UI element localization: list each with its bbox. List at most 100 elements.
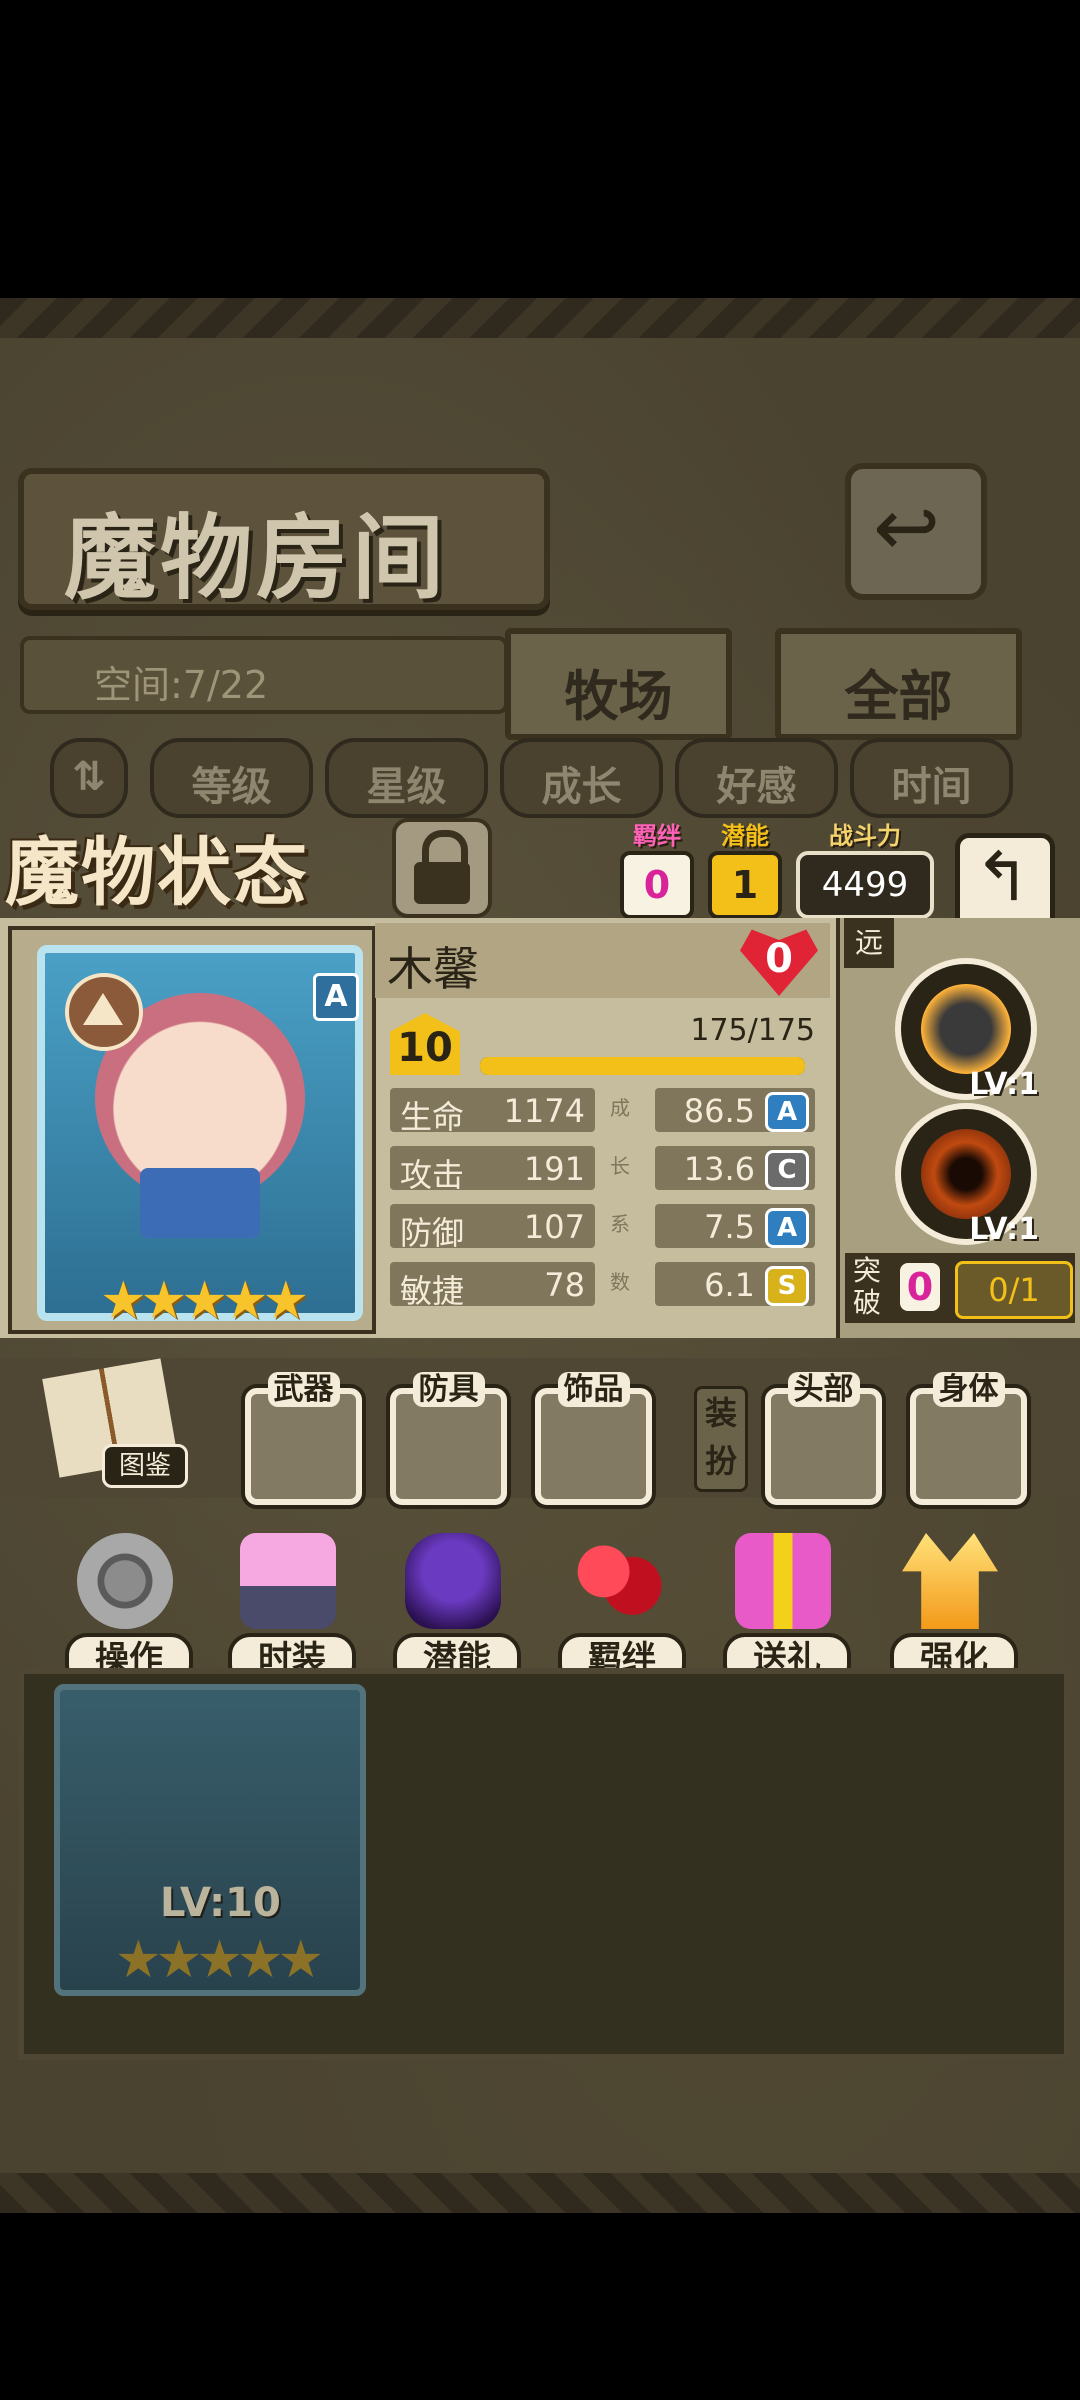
stat-value: 191 bbox=[523, 1150, 585, 1188]
fashion-button[interactable]: 时装 bbox=[228, 1533, 356, 1687]
power-value: 4499 bbox=[796, 851, 934, 919]
gift-box-icon bbox=[735, 1533, 831, 1629]
return-arrow-icon: ↩ bbox=[873, 481, 941, 574]
list-item-level: LV:10 bbox=[160, 1880, 281, 1926]
monster-list: LV:10 ★★★★★ bbox=[18, 1668, 1070, 2060]
breakthrough-value: 0 bbox=[900, 1263, 940, 1311]
rank-badge: A bbox=[313, 973, 359, 1021]
bottom-border bbox=[0, 2173, 1080, 2213]
growth-char: 长 bbox=[610, 1154, 630, 1178]
potential-button[interactable]: 潜能 bbox=[393, 1533, 521, 1687]
body-slot[interactable]: 身体 bbox=[910, 1372, 1027, 1505]
growth-value: 86.5 bbox=[683, 1092, 755, 1130]
sort-growth-button[interactable]: 成长 bbox=[500, 738, 663, 818]
exp-text: 175/175 bbox=[690, 1013, 815, 1048]
shadow-demon-icon bbox=[405, 1533, 501, 1629]
tab-ranch-label: 牧场 bbox=[564, 665, 673, 728]
sort-row: ⇅ 等级 星级 成长 好感 时间 bbox=[50, 738, 1050, 818]
stat-box: 防御 107 bbox=[390, 1204, 595, 1252]
action-menu: 操作 时装 潜能 羁绊 送礼 强化 bbox=[0, 1533, 1080, 1687]
space-text: 空间:7/22 bbox=[94, 663, 269, 707]
sort-order-icon: ⇅ bbox=[72, 754, 106, 800]
earth-element-icon bbox=[65, 973, 143, 1051]
operate-button[interactable]: 操作 bbox=[65, 1533, 193, 1687]
power-indicator: 战斗力 4499 bbox=[796, 816, 934, 919]
range-tag: 远 bbox=[844, 918, 894, 968]
breakthrough-progress[interactable]: 0/1 bbox=[955, 1261, 1073, 1319]
accessory-slot[interactable]: 饰品 bbox=[535, 1372, 652, 1505]
space-indicator: 空间:7/22 bbox=[20, 636, 508, 714]
enhance-button[interactable]: 强化 bbox=[890, 1533, 1018, 1687]
bond-button[interactable]: 羁绊 bbox=[558, 1533, 686, 1687]
potential-value: 1 bbox=[708, 851, 782, 919]
stat-value: 78 bbox=[544, 1266, 585, 1304]
sort-order-toggle[interactable]: ⇅ bbox=[50, 738, 128, 818]
portrait-frame: A ★★★★★ bbox=[37, 945, 363, 1331]
level-badge: 10 bbox=[390, 1013, 460, 1075]
lock-button[interactable] bbox=[392, 818, 492, 918]
stat-label: 攻击 bbox=[400, 1156, 465, 1194]
potential-indicator: 潜能 1 bbox=[708, 816, 782, 919]
growth-box: 7.5 A bbox=[655, 1204, 815, 1248]
stat-row-hp: 生命 1174 成 86.5 A bbox=[390, 1088, 820, 1136]
exp-fill bbox=[480, 1057, 805, 1075]
power-label: 战斗力 bbox=[829, 822, 901, 850]
weapon-slot[interactable]: 武器 bbox=[245, 1372, 362, 1505]
level-row: 10 175/175 bbox=[390, 1013, 820, 1083]
monster-portrait[interactable]: A ★★★★★ bbox=[8, 926, 376, 1334]
growth-grade: A bbox=[765, 1208, 809, 1248]
sort-time-button[interactable]: 时间 bbox=[850, 738, 1013, 818]
top-border bbox=[0, 298, 1080, 338]
head-slot[interactable]: 头部 bbox=[765, 1372, 882, 1505]
body-slot-label: 身体 bbox=[916, 1364, 1021, 1408]
stat-box: 攻击 191 bbox=[390, 1146, 595, 1194]
dark-blob-skill-icon bbox=[921, 984, 1011, 1074]
breakthrough-row: 突破 0 0/1 bbox=[845, 1253, 1075, 1323]
growth-value: 13.6 bbox=[683, 1150, 755, 1188]
list-item[interactable]: LV:10 ★★★★★ bbox=[54, 1684, 366, 1996]
skill-2[interactable]: LV:1 bbox=[895, 1103, 1039, 1247]
breakthrough-label: 突破 bbox=[853, 1254, 882, 1319]
stat-value: 1174 bbox=[503, 1092, 585, 1130]
sort-affection-button[interactable]: 好感 bbox=[675, 738, 838, 818]
tab-ranch[interactable]: 牧场 bbox=[505, 628, 732, 740]
growth-value: 7.5 bbox=[704, 1208, 755, 1246]
weapon-slot-label: 武器 bbox=[251, 1364, 356, 1408]
growth-char: 数 bbox=[610, 1270, 630, 1294]
affection-heart: 0 bbox=[740, 926, 818, 996]
dress-up-label: 装扮 bbox=[694, 1386, 748, 1492]
stat-label: 防御 bbox=[400, 1214, 465, 1252]
accessory-slot-label: 饰品 bbox=[541, 1364, 646, 1408]
armor-slot[interactable]: 防具 bbox=[390, 1372, 507, 1505]
sort-star-label: 星级 bbox=[366, 764, 447, 810]
stat-value: 107 bbox=[523, 1208, 585, 1246]
room-back-button[interactable]: ↩ bbox=[845, 463, 987, 600]
armor-slot-label: 防具 bbox=[396, 1364, 501, 1408]
star-rating: ★★★★★ bbox=[100, 1271, 309, 1331]
game-screen: 魔物房间 ↩ 空间:7/22 牧场 全部 ⇅ 等级 星级 成长 好感 时间 魔物… bbox=[0, 298, 1080, 2213]
stat-box: 生命 1174 bbox=[390, 1088, 595, 1136]
stat-row-defense: 防御 107 系 7.5 A bbox=[390, 1204, 820, 1252]
dex-label: 图鉴 bbox=[102, 1444, 188, 1488]
stat-box: 敏捷 78 bbox=[390, 1262, 595, 1310]
room-title: 魔物房间 bbox=[64, 505, 449, 612]
equipment-row: 图鉴 武器 防具 饰品 装扮 头部 身体 bbox=[0, 1358, 1080, 1505]
bond-indicator: 羁绊 0 bbox=[620, 816, 694, 919]
book-icon bbox=[140, 1168, 260, 1238]
red-hearts-icon bbox=[570, 1533, 666, 1629]
bond-value: 0 bbox=[620, 851, 694, 919]
stat-row-agility: 敏捷 78 数 6.1 S bbox=[390, 1262, 820, 1310]
dex-button[interactable]: 图鉴 bbox=[40, 1358, 190, 1488]
sort-level-button[interactable]: 等级 bbox=[150, 738, 313, 818]
outfit-icon bbox=[240, 1533, 336, 1629]
growth-grade: A bbox=[765, 1092, 809, 1132]
exp-bar bbox=[480, 1057, 805, 1075]
tab-all[interactable]: 全部 bbox=[775, 628, 1022, 740]
affection-value: 0 bbox=[765, 936, 793, 982]
gift-button[interactable]: 送礼 bbox=[723, 1533, 851, 1687]
potential-label: 潜能 bbox=[721, 822, 769, 850]
skill-1[interactable]: LV:1 bbox=[895, 958, 1039, 1102]
bond-label: 羁绊 bbox=[633, 822, 681, 850]
sort-star-button[interactable]: 星级 bbox=[325, 738, 488, 818]
sort-level-label: 等级 bbox=[191, 764, 272, 810]
